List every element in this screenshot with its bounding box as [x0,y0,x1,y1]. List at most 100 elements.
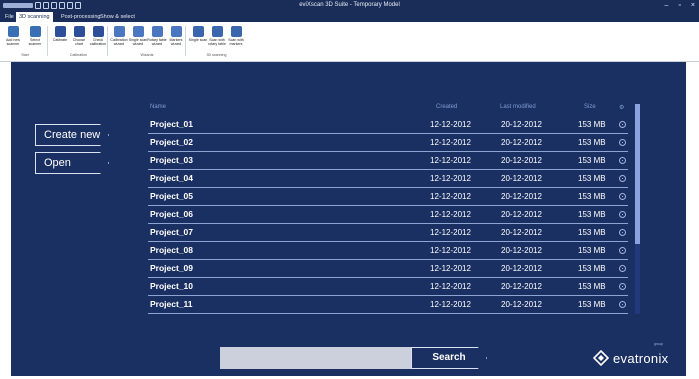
single-scan-wizard-icon [132,26,144,37]
project-name: Project_04 [150,173,193,183]
created-date: 12-12-2012 [430,245,471,255]
maximize-button[interactable]: ▫ [678,0,680,11]
check-calibration-button[interactable]: Check calibration [88,26,108,56]
tab-file[interactable]: File [2,12,17,22]
file-size: 153 MB [578,137,606,147]
row-options-icon[interactable] [619,121,626,128]
column-header-size[interactable]: Size [584,104,596,110]
column-header-name[interactable]: Name [150,104,166,110]
calibrate-button[interactable]: Calibrate [50,26,70,56]
group-label-start: Start [21,53,29,57]
select-scanner-button[interactable]: Select scanner [25,26,45,56]
row-options-icon[interactable] [619,229,626,236]
scrollbar-thumb[interactable] [635,104,640,244]
add-new-scanner-button[interactable]: Add new scanner [3,26,23,56]
ribbon-panel: Add new scanner Select scanner Calibrate… [0,22,699,62]
search-button[interactable]: Search [411,347,487,369]
row-options-icon[interactable] [619,139,626,146]
modified-date: 20-12-2012 [501,209,542,219]
ribbon-separator [185,26,186,56]
evatronix-logo-icon [593,350,609,366]
window-controls: – ▫ × [665,0,695,11]
table-row[interactable]: Project_10 12-12-2012 20-12-2012 153 MB [148,278,628,296]
project-name: Project_10 [150,281,193,291]
tab-show-select[interactable]: Show & select [97,12,138,22]
row-options-icon[interactable] [619,157,626,164]
modified-date: 20-12-2012 [501,263,542,273]
table-row[interactable]: Project_11 12-12-2012 20-12-2012 153 MB [148,296,628,314]
row-options-icon[interactable] [619,247,626,254]
table-row[interactable]: Project_06 12-12-2012 20-12-2012 153 MB [148,206,628,224]
create-new-button[interactable]: Create new [35,124,109,146]
table-row[interactable]: Project_08 12-12-2012 20-12-2012 153 MB [148,242,628,260]
modified-date: 20-12-2012 [501,245,542,255]
modified-date: 20-12-2012 [501,137,542,147]
table-row[interactable]: Project_05 12-12-2012 20-12-2012 153 MB [148,188,628,206]
row-options-icon[interactable] [619,265,626,272]
table-row[interactable]: Project_03 12-12-2012 20-12-2012 153 MB [148,152,628,170]
project-name: Project_01 [150,119,193,129]
row-options-icon[interactable] [619,211,626,218]
column-header-created[interactable]: Created [436,104,457,110]
markers-wizard-button[interactable]: Markers wizard [166,26,186,56]
created-date: 12-12-2012 [430,191,471,201]
scan-with-markers-button[interactable]: Scan with markers [226,26,246,56]
rotary-table-wizard-button[interactable]: Rotary table wizard [147,26,167,56]
created-date: 12-12-2012 [430,119,471,129]
scrollbar-track[interactable] [635,104,640,314]
single-scan-wizard-button[interactable]: Single scan wizard [128,26,148,56]
brand-name: evatronix [613,350,669,366]
main-panel: Create new Open Name Created Last modifi… [11,62,686,376]
created-date: 12-12-2012 [430,263,471,273]
scan-with-rotary-table-button[interactable]: Scan with rotary table [207,26,227,56]
group-label-calibration: Calibration [69,53,88,57]
table-row[interactable]: Project_01 12-12-2012 20-12-2012 153 MB [148,116,628,134]
file-size: 153 MB [578,209,606,219]
minimize-button[interactable]: – [665,0,669,11]
created-date: 12-12-2012 [430,281,471,291]
file-size: 153 MB [578,227,606,237]
modified-date: 20-12-2012 [501,155,542,165]
column-header-options-icon: ⚙ [619,105,625,111]
row-options-icon[interactable] [619,193,626,200]
brand-tagline: group [654,342,663,346]
table-row[interactable]: Project_02 12-12-2012 20-12-2012 153 MB [148,134,628,152]
choose-chart-button[interactable]: Choose chart [69,26,89,56]
scanner-icon [7,26,19,37]
row-options-icon[interactable] [619,283,626,290]
tab-3d-scanning[interactable]: 3D scanning [16,12,53,22]
modified-date: 20-12-2012 [501,119,542,129]
project-name: Project_02 [150,137,193,147]
table-row[interactable]: Project_09 12-12-2012 20-12-2012 153 MB [148,260,628,278]
row-options-icon[interactable] [619,175,626,182]
table-row[interactable]: Project_07 12-12-2012 20-12-2012 153 MB [148,224,628,242]
markers-scan-icon [230,26,242,37]
window-title: eviXscan 3D Suite - Temporary Model [299,2,400,8]
calibrate-grid-icon [54,26,66,37]
calibration-wizard-button[interactable]: Calibration wizard [109,26,129,56]
search-input[interactable] [220,347,411,369]
column-header-modified[interactable]: Last modified [500,104,536,110]
rotary-scan-icon [211,26,223,37]
open-button[interactable]: Open [35,152,109,174]
row-options-icon[interactable] [619,301,626,308]
created-date: 12-12-2012 [430,299,471,309]
project-name: Project_03 [150,155,193,165]
scanner-select-icon [29,26,41,37]
markers-wizard-icon [170,26,182,37]
project-name: Project_08 [150,245,193,255]
table-row[interactable]: Project_04 12-12-2012 20-12-2012 153 MB [148,170,628,188]
ribbon-tab-bar: File 3D scanning Post-processing Show & … [0,11,699,22]
group-label-wizards: Wizards [140,53,154,57]
ribbon-separator [47,26,48,56]
project-name: Project_05 [150,191,193,201]
created-date: 12-12-2012 [430,173,471,183]
ribbon-separator [107,26,108,56]
close-button[interactable]: × [691,0,695,11]
modified-date: 20-12-2012 [501,281,542,291]
modified-date: 20-12-2012 [501,299,542,309]
single-scan-button[interactable]: Single scan [188,26,208,56]
modified-date: 20-12-2012 [501,227,542,237]
project-name: Project_11 [150,299,193,309]
file-size: 153 MB [578,281,606,291]
